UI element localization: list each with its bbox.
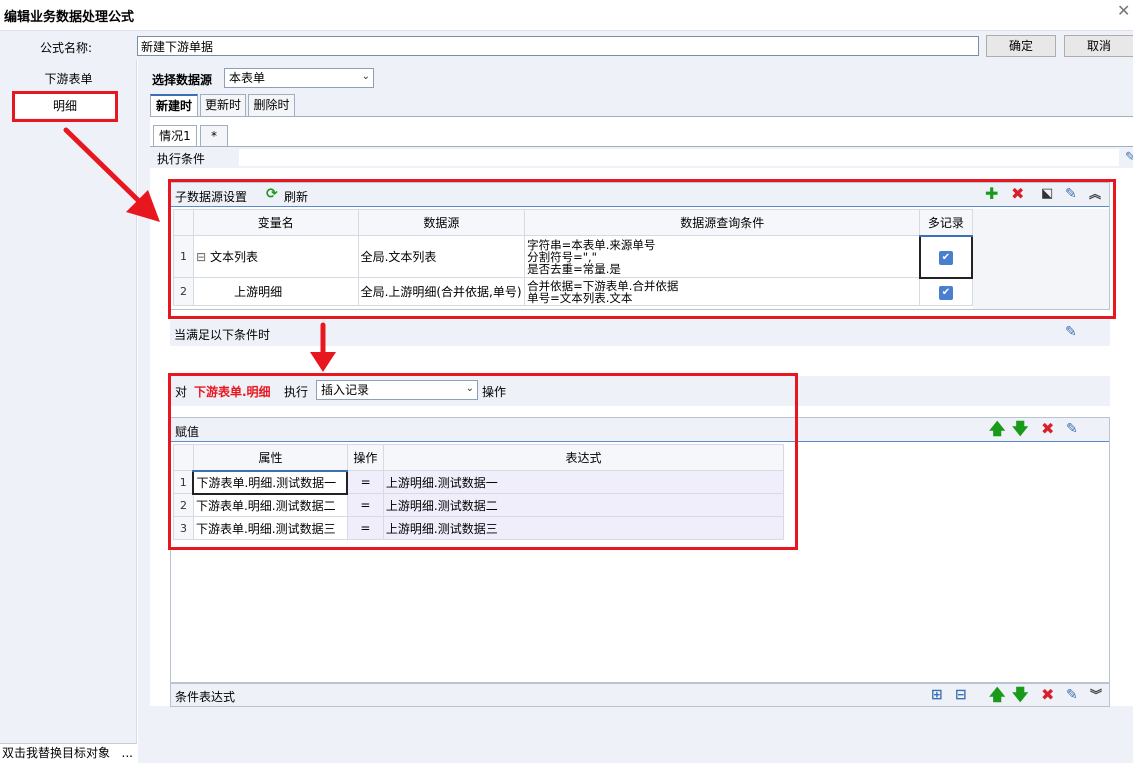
annotation-arrowhead — [310, 352, 336, 372]
annotation-arrows — [63, 127, 336, 372]
